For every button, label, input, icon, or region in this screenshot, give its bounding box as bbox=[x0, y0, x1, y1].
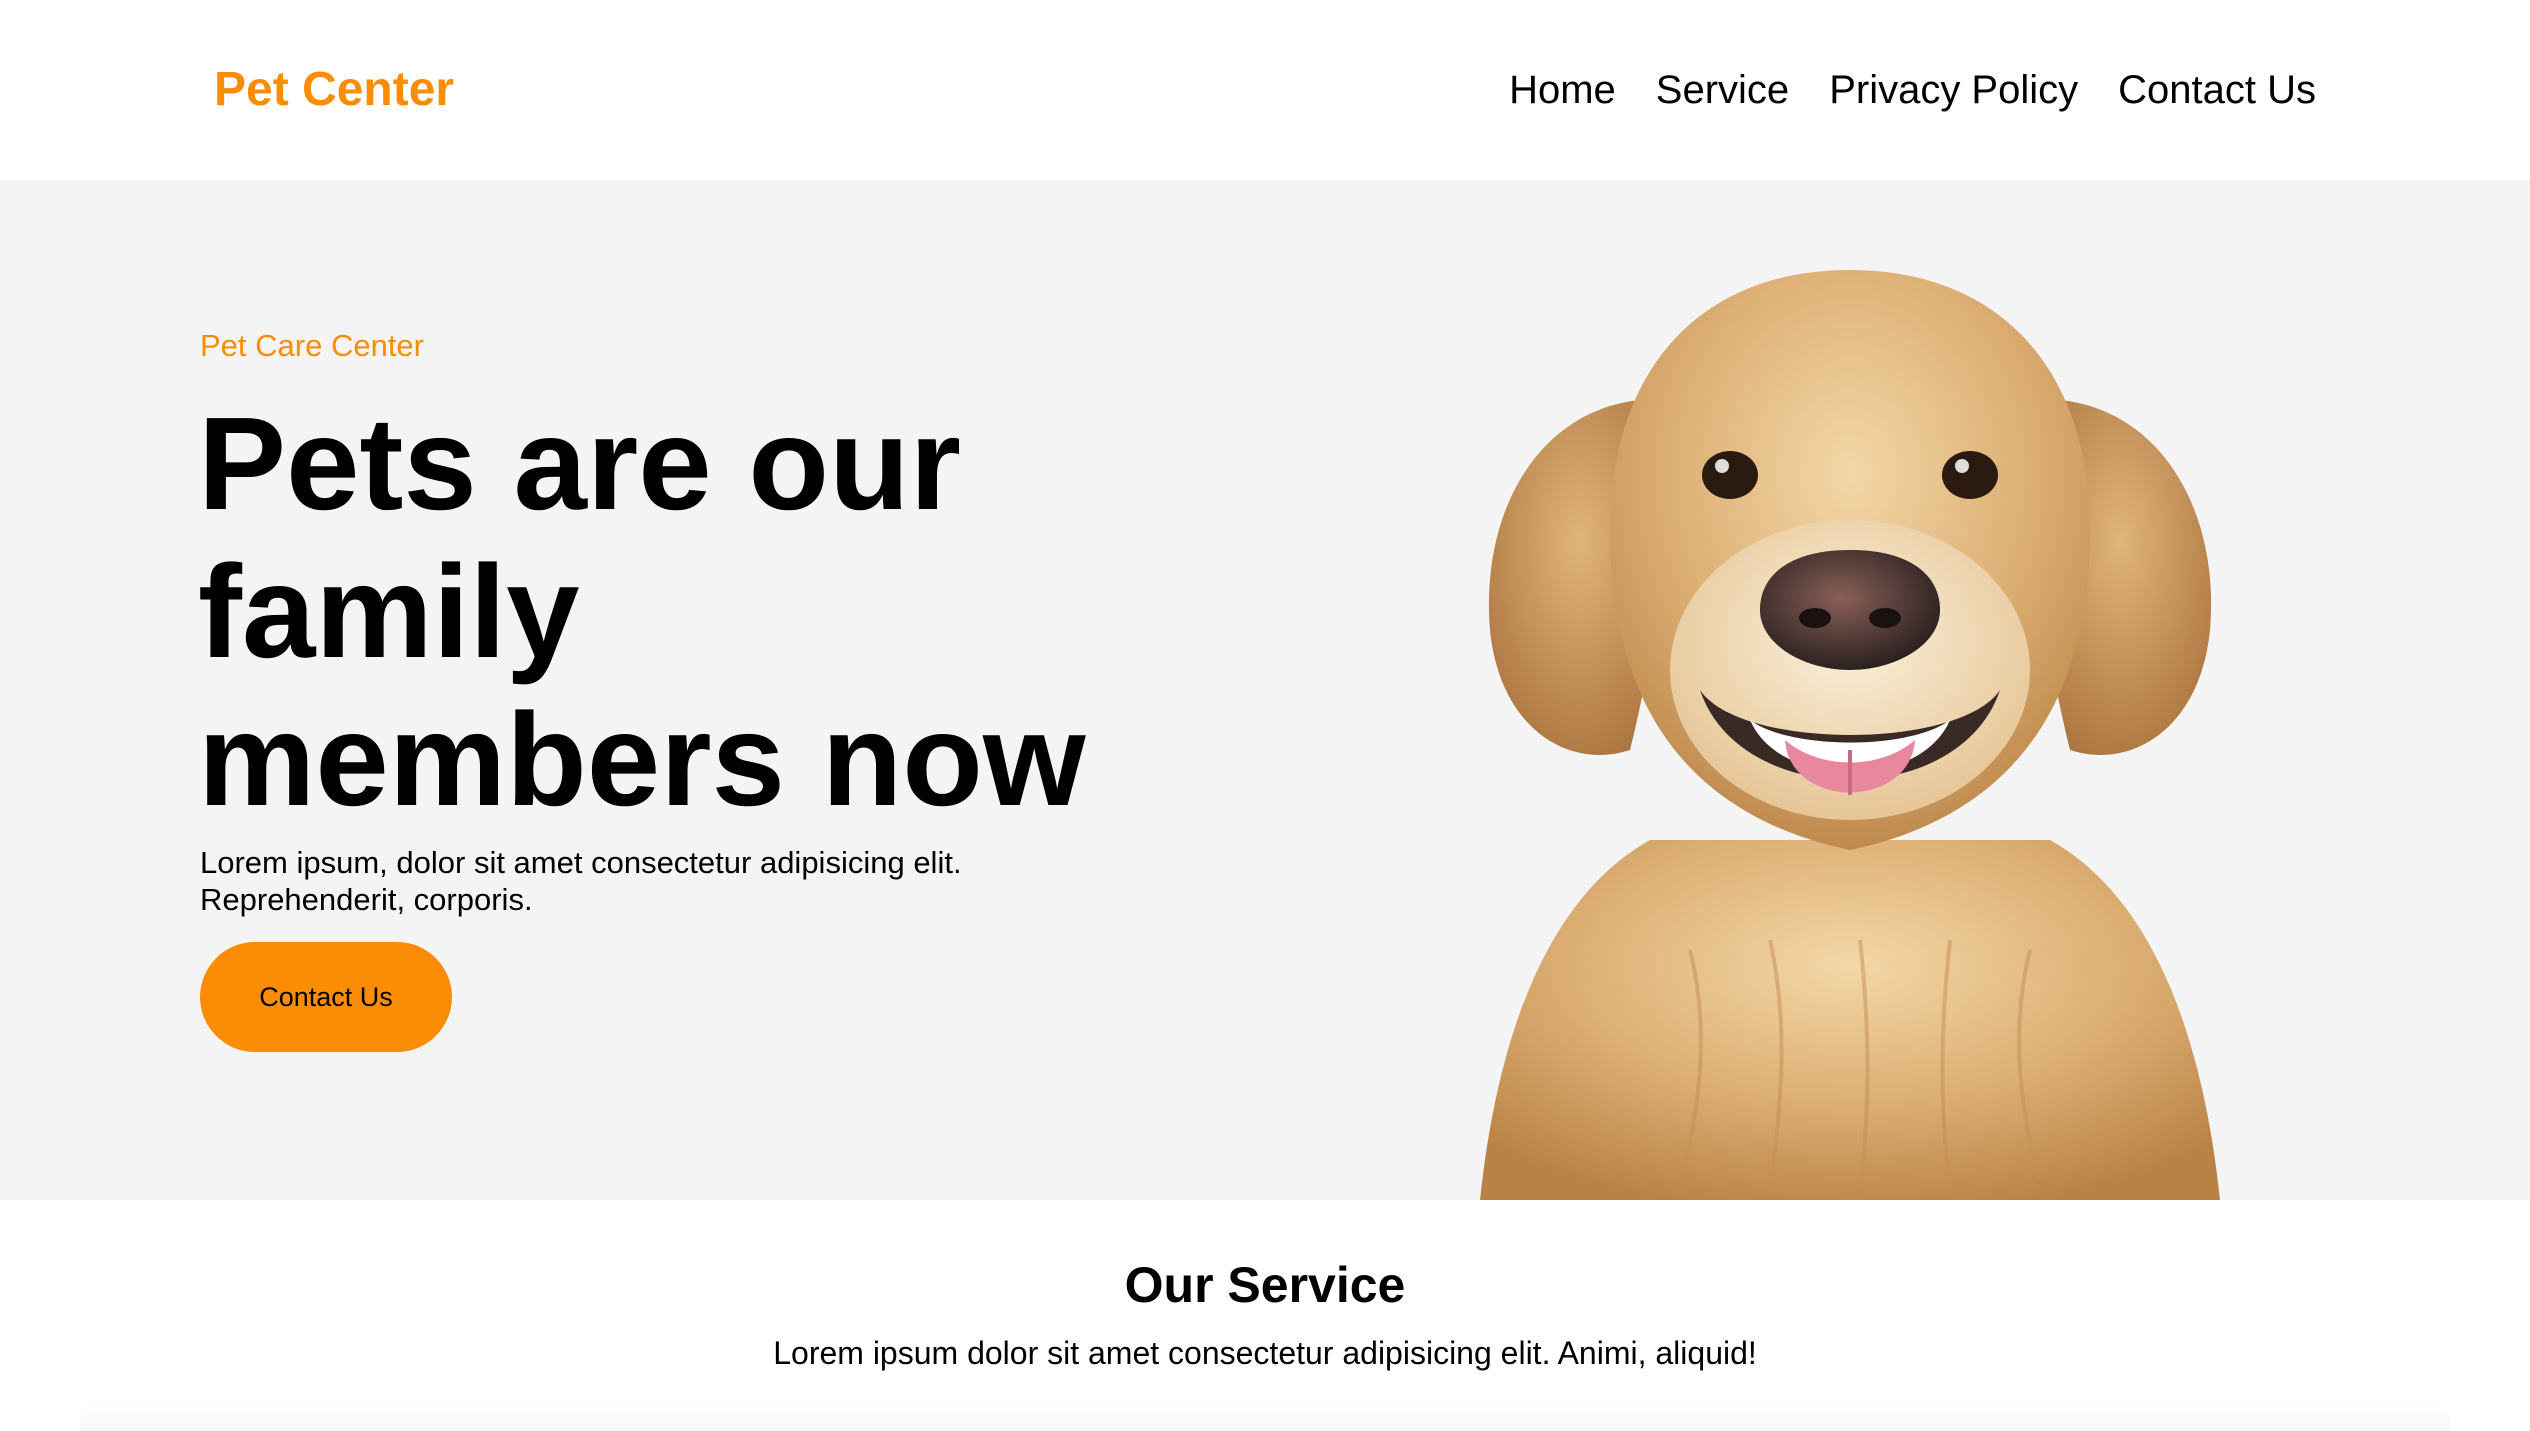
nav-service[interactable]: Service bbox=[1656, 62, 1789, 118]
our-service-heading: Our Service bbox=[1124, 1257, 1406, 1313]
dog-image bbox=[1440, 250, 2260, 1200]
contact-us-button[interactable]: Contact Us bbox=[200, 942, 452, 1052]
headline-line-3: members now bbox=[198, 686, 1086, 833]
nav-home[interactable]: Home bbox=[1509, 62, 1616, 118]
site-header: Pet Center Home Service Privacy Policy C… bbox=[0, 0, 2530, 180]
main-nav: Home Service Privacy Policy Contact Us bbox=[1509, 62, 2316, 118]
hero-description: Lorem ipsum, dolor sit amet consectetur … bbox=[200, 845, 962, 917]
headline-line-1: Pets are our bbox=[198, 390, 961, 537]
golden-retriever-illustration bbox=[1480, 270, 2220, 1200]
our-service-subtitle: Lorem ipsum dolor sit amet consectetur a… bbox=[773, 1335, 1757, 1371]
nav-contact-us[interactable]: Contact Us bbox=[2118, 62, 2316, 118]
service-cards-shadow bbox=[80, 1400, 2450, 1431]
nav-privacy-policy[interactable]: Privacy Policy bbox=[1829, 62, 2078, 118]
headline-line-2: family bbox=[198, 538, 580, 685]
hero-headline: Pets are our family members now bbox=[198, 390, 1198, 834]
hero-eyebrow: Pet Care Center bbox=[200, 328, 424, 363]
brand-logo[interactable]: Pet Center bbox=[214, 62, 454, 118]
hero-section: Pet Care Center Pets are our family memb… bbox=[0, 180, 2530, 1200]
